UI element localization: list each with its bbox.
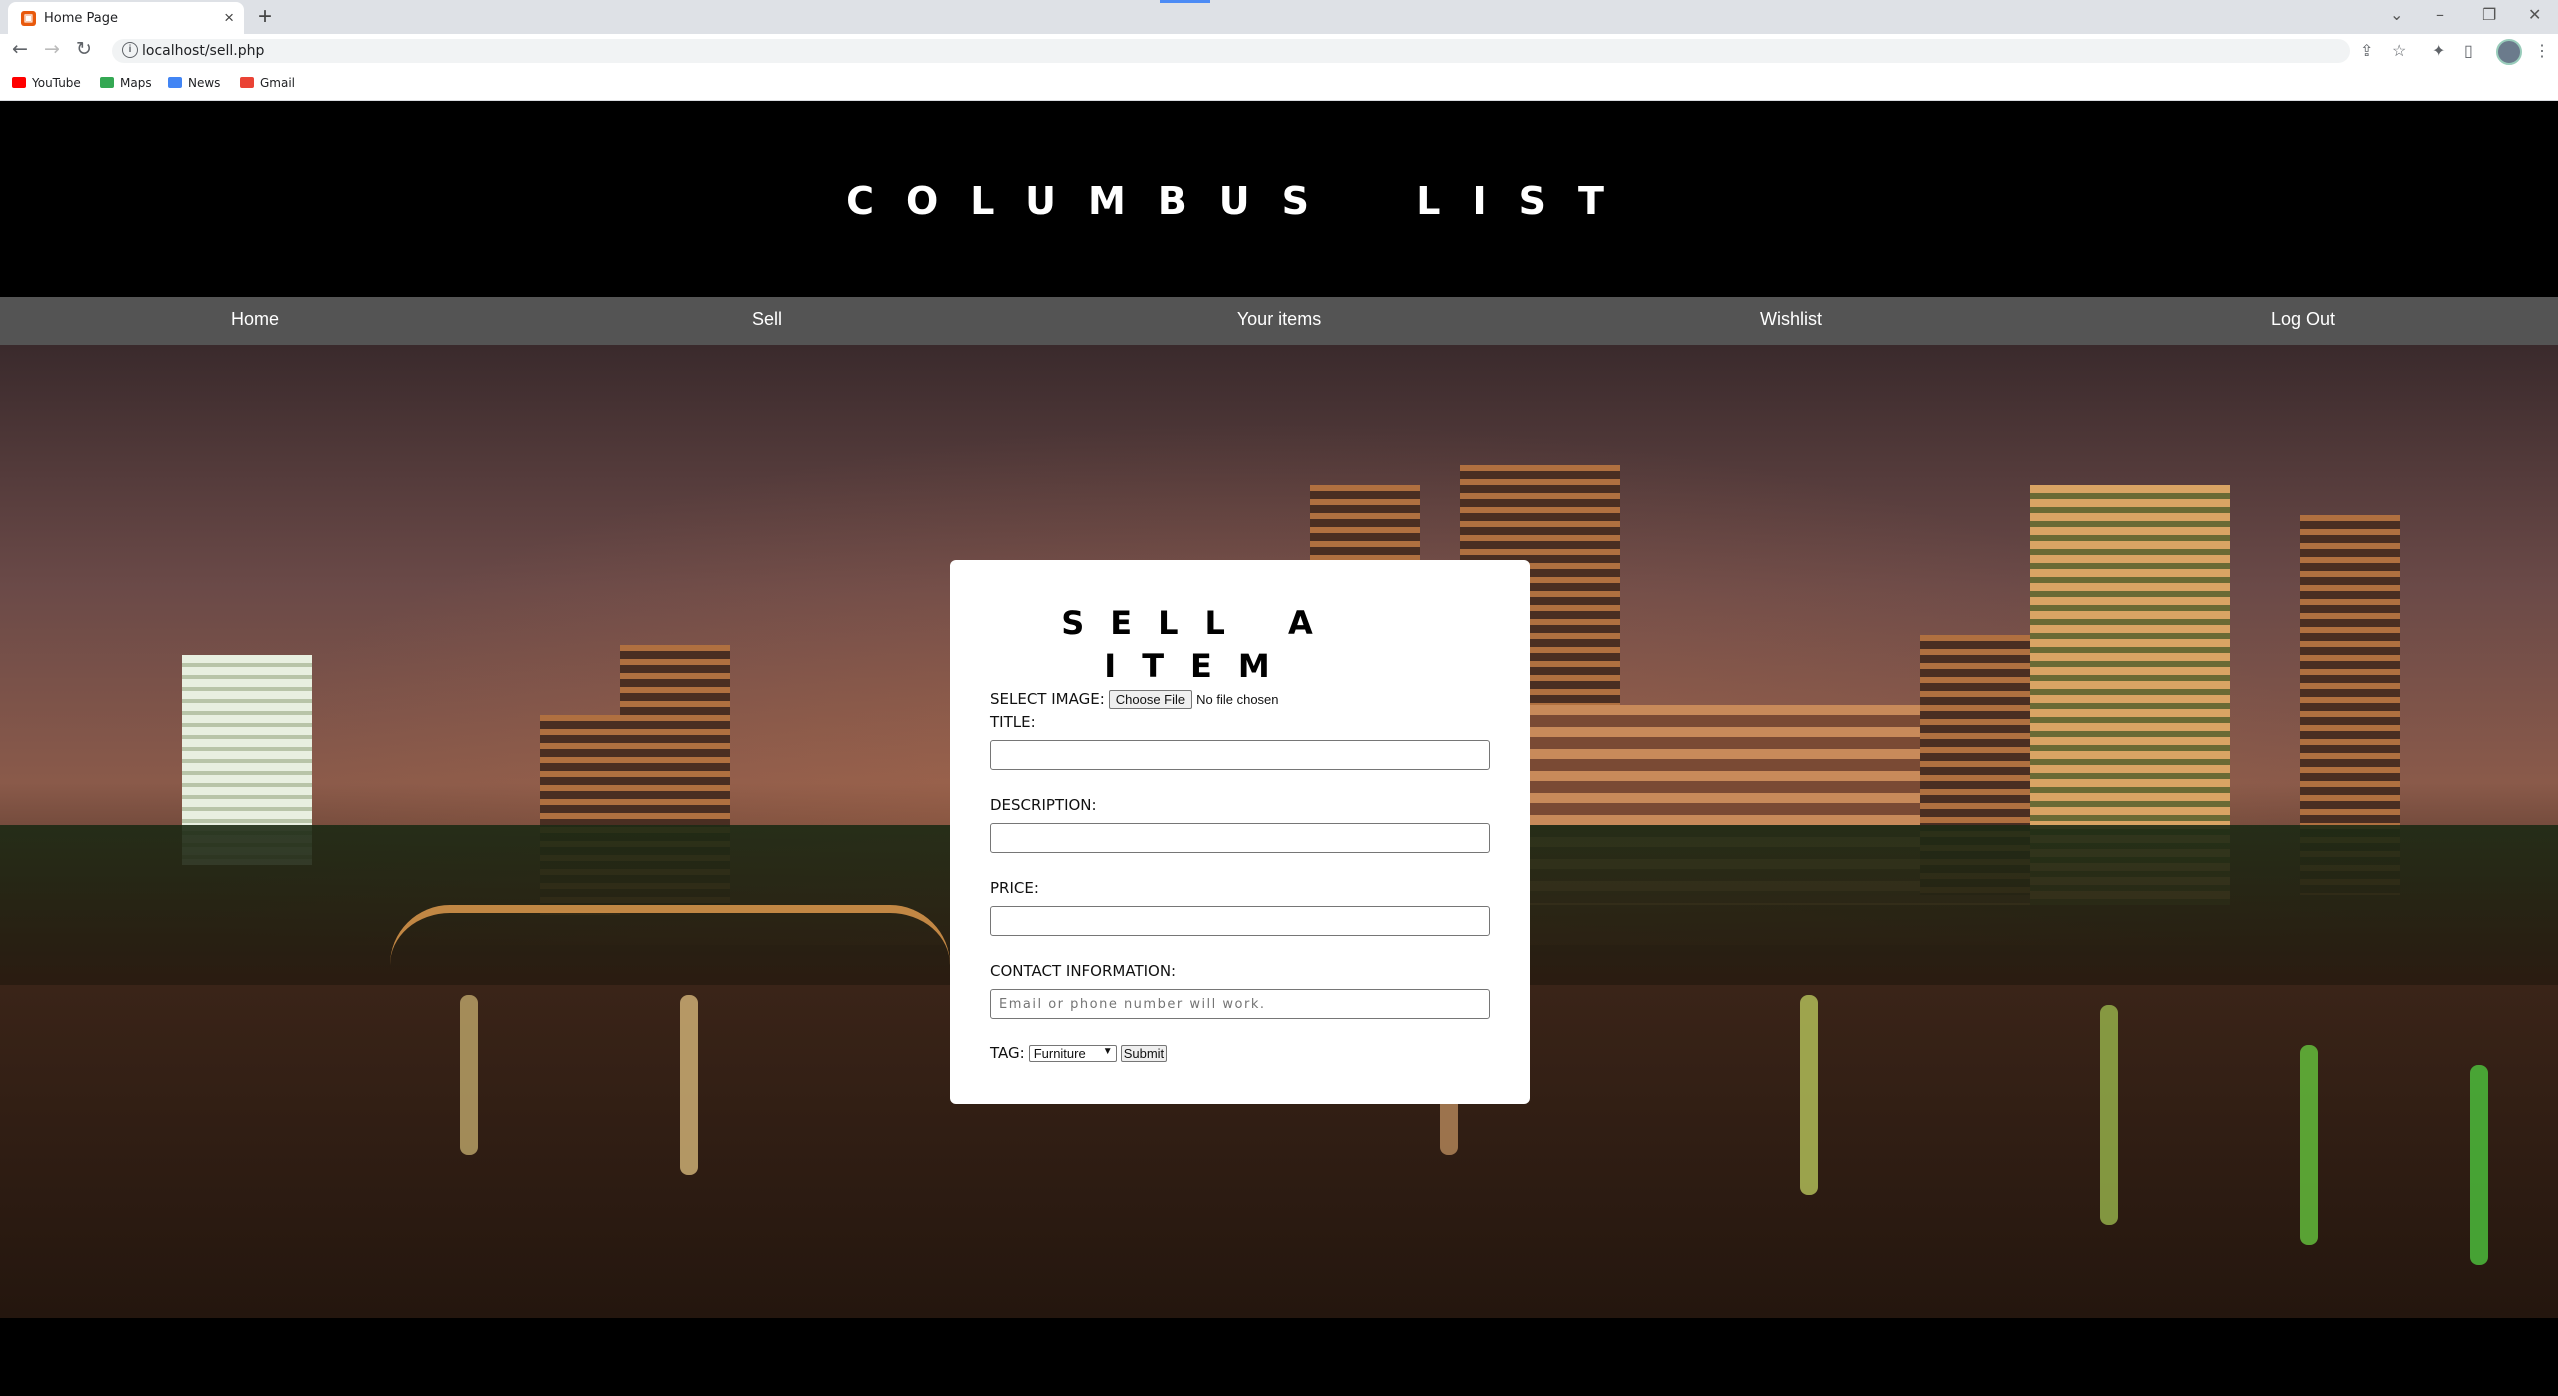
page-footer bbox=[0, 1318, 2558, 1396]
chevron-down-icon: ▼ bbox=[1102, 1046, 1113, 1057]
site-title: COLUMBUS LIST bbox=[846, 179, 1636, 223]
bookmark-star-icon[interactable]: ☆ bbox=[2392, 41, 2406, 61]
tag-selected-value: Furniture bbox=[1033, 1046, 1086, 1061]
main-nav: Home Sell Your items Wishlist Log Out bbox=[0, 297, 2558, 345]
site-header: COLUMBUS LIST bbox=[0, 101, 2558, 297]
reload-icon[interactable]: ↻ bbox=[76, 38, 92, 60]
light-reflection bbox=[2100, 1005, 2118, 1225]
side-panel-icon[interactable]: ▯ bbox=[2464, 41, 2473, 61]
bookmark-gmail[interactable]: Gmail bbox=[240, 76, 295, 90]
price-label: PRICE: bbox=[990, 879, 1039, 897]
light-reflection bbox=[460, 995, 478, 1155]
light-reflection bbox=[2300, 1045, 2318, 1245]
close-window-icon[interactable]: ✕ bbox=[2528, 5, 2541, 24]
title-input[interactable] bbox=[990, 740, 1490, 770]
page: COLUMBUS LIST Home Sell Your items Wishl… bbox=[0, 101, 2558, 1396]
select-image-label: SELECT IMAGE: bbox=[990, 690, 1105, 708]
submit-button[interactable]: Submit bbox=[1120, 1045, 1168, 1062]
back-icon[interactable]: ← bbox=[12, 38, 28, 60]
bookmarks-bar: YouTube Maps News Gmail bbox=[0, 68, 2558, 101]
form-title: SELL A ITEM bbox=[1061, 604, 1339, 685]
contact-label: CONTACT INFORMATION: bbox=[990, 962, 1177, 980]
price-input[interactable] bbox=[990, 906, 1490, 936]
description-label: DESCRIPTION: bbox=[990, 796, 1097, 814]
address-bar[interactable]: i localhost/sell.php bbox=[112, 39, 2350, 63]
tab-search-icon[interactable]: ⌄ bbox=[2390, 5, 2403, 24]
light-reflection bbox=[680, 995, 698, 1175]
forward-icon[interactable]: → bbox=[44, 38, 60, 60]
share-icon[interactable]: ⇪ bbox=[2360, 41, 2373, 61]
browser-tab[interactable]: ▣ Home Page × bbox=[8, 2, 244, 34]
no-file-text: No file chosen bbox=[1196, 692, 1279, 707]
youtube-icon bbox=[12, 77, 26, 88]
gmail-icon bbox=[240, 77, 254, 88]
choose-file-button[interactable]: Choose File bbox=[1108, 690, 1193, 709]
tab-drag-indicator bbox=[1160, 0, 1210, 3]
browser-toolbar: ← → ↻ i localhost/sell.php ⇪ ☆ ✦ ▯ ⋮ bbox=[0, 34, 2558, 68]
sell-form-card: SELL A ITEM SELECT IMAGE: Choose File No f… bbox=[950, 560, 1530, 1104]
new-tab-icon[interactable]: + bbox=[258, 3, 272, 31]
light-reflection bbox=[2470, 1065, 2488, 1265]
browser-tabstrip: ▣ Home Page × + ⌄ – ❐ ✕ bbox=[0, 0, 2558, 34]
tab-title: Home Page bbox=[44, 11, 118, 26]
close-tab-icon[interactable]: × bbox=[224, 8, 234, 28]
site-favicon-icon: ▣ bbox=[21, 11, 36, 26]
description-input[interactable] bbox=[990, 823, 1490, 853]
nav-home[interactable]: Home bbox=[105, 309, 405, 330]
url-text[interactable]: localhost/sell.php bbox=[142, 43, 264, 59]
bookmark-maps[interactable]: Maps bbox=[100, 76, 152, 90]
profile-avatar[interactable] bbox=[2496, 39, 2522, 65]
nav-sell[interactable]: Sell bbox=[617, 309, 917, 330]
news-icon bbox=[168, 77, 182, 88]
tag-label: TAG: bbox=[990, 1044, 1025, 1062]
lit-bridge bbox=[390, 905, 950, 973]
minimize-icon[interactable]: – bbox=[2436, 5, 2444, 24]
menu-kebab-icon[interactable]: ⋮ bbox=[2534, 41, 2550, 61]
bookmark-news[interactable]: News bbox=[168, 76, 220, 90]
restore-icon[interactable]: ❐ bbox=[2482, 5, 2496, 24]
contact-input[interactable]: Email or phone number will work. bbox=[990, 989, 1490, 1019]
title-label: TITLE: bbox=[990, 713, 1036, 731]
contact-placeholder: Email or phone number will work. bbox=[999, 997, 1266, 1012]
light-reflection bbox=[1800, 995, 1818, 1195]
maps-icon bbox=[100, 77, 114, 88]
nav-log-out[interactable]: Log Out bbox=[2153, 309, 2453, 330]
tag-select[interactable]: Furniture ▼ bbox=[1028, 1045, 1117, 1062]
nav-your-items[interactable]: Your items bbox=[1129, 309, 1429, 330]
site-info-icon[interactable]: i bbox=[122, 42, 138, 58]
bookmark-youtube[interactable]: YouTube bbox=[12, 76, 81, 90]
extensions-icon[interactable]: ✦ bbox=[2432, 41, 2445, 61]
nav-wishlist[interactable]: Wishlist bbox=[1641, 309, 1941, 330]
tag-row: TAG: Furniture ▼ Submit bbox=[990, 1044, 1168, 1062]
select-image-row: SELECT IMAGE: Choose File No file chosen bbox=[990, 690, 1279, 709]
